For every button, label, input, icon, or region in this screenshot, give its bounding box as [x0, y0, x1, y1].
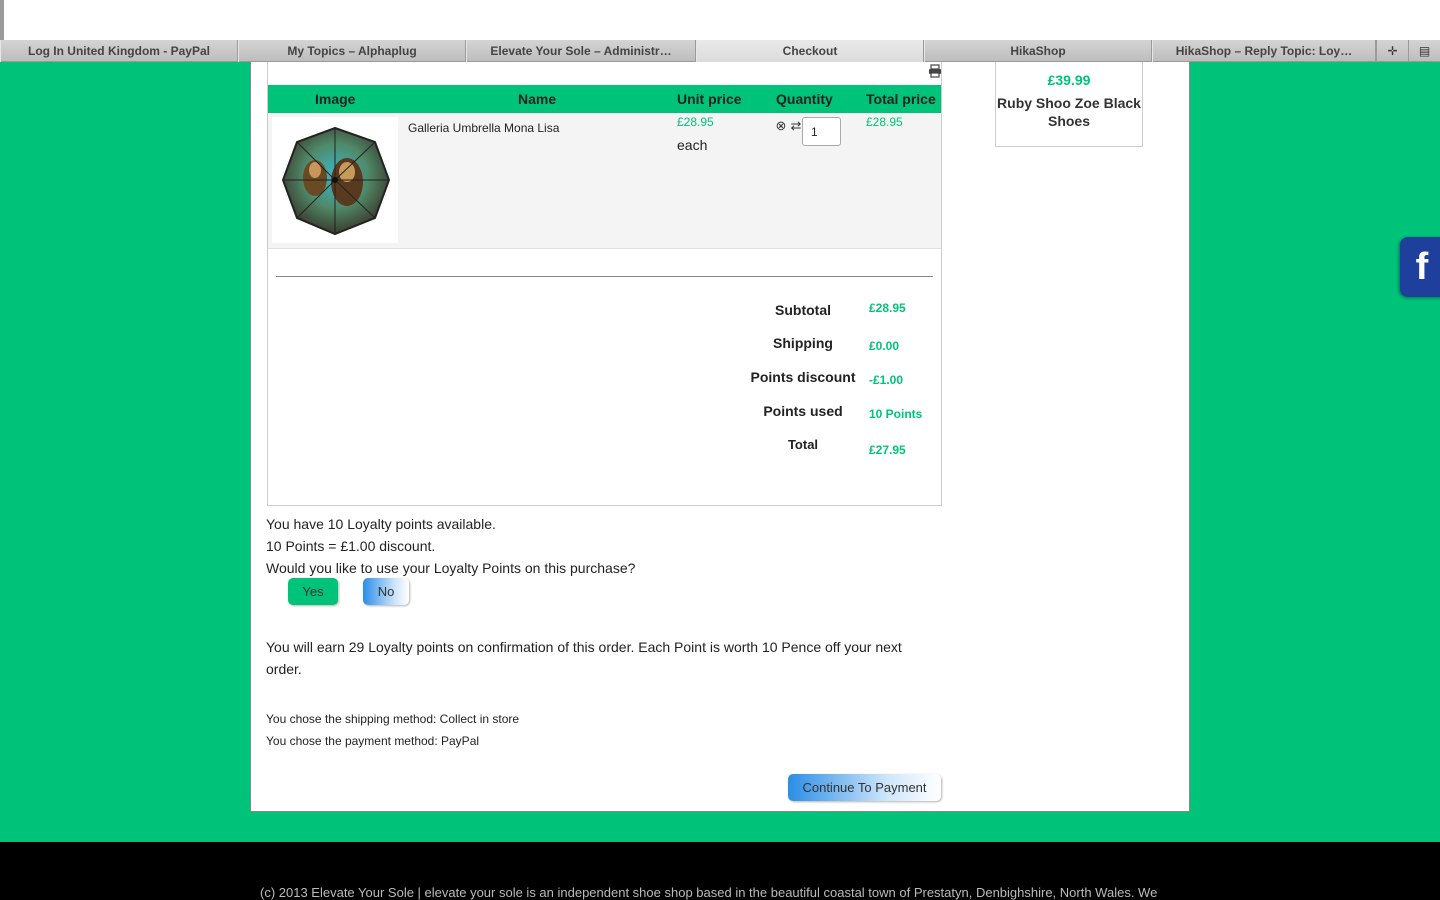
row-total-price: £28.95	[866, 115, 903, 129]
header-name: Name	[518, 91, 557, 107]
product-name-link[interactable]: Galleria Umbrella Mona Lisa	[408, 121, 559, 135]
tab-label: Checkout	[782, 44, 838, 58]
tab-label: Elevate Your Sole – Administr…	[490, 44, 672, 58]
side-product-price: £39.99	[1047, 72, 1091, 88]
quantity-actions: ⊗ ⇄	[774, 119, 803, 133]
plus-icon[interactable]: ✛	[1376, 40, 1408, 62]
tab-hikashop[interactable]: HikaShop	[924, 40, 1152, 62]
loyalty-rate-text: 10 Points = £1.00 discount.	[266, 538, 436, 554]
unit-price: £28.95	[677, 115, 714, 129]
browser-toolbar	[0, 0, 1440, 40]
tab-paypal-login[interactable]: Log In United Kingdom - PayPal	[0, 40, 238, 62]
tab-alphaplug-topics[interactable]: My Topics – Alphaplug	[238, 40, 466, 62]
continue-to-payment-button[interactable]: Continue To Payment	[788, 774, 941, 801]
header-quantity: Quantity	[776, 91, 833, 107]
divider	[276, 276, 933, 277]
footer-text: (c) 2013 Elevate Your Sole | elevate you…	[260, 885, 1158, 900]
facebook-icon[interactable]: f	[1400, 237, 1440, 297]
shipping-method-text: You chose the shipping method: Collect i…	[266, 712, 520, 726]
total-value: £27.95	[869, 443, 906, 457]
product-image-umbrella[interactable]	[272, 117, 398, 243]
subtotal-value: £28.95	[869, 301, 906, 315]
shipping-label: Shipping	[773, 335, 833, 351]
tab-checkout[interactable]: Checkout	[696, 40, 924, 62]
tab-hikashop-reply[interactable]: HikaShop – Reply Topic: Loy…	[1152, 40, 1376, 62]
checkout-panel: Image Name Unit price Quantity Total pri…	[250, 62, 1190, 812]
use-points-yes-button[interactable]: Yes	[288, 578, 338, 605]
tab-elevate-admin[interactable]: Elevate Your Sole – Administr…	[466, 40, 696, 62]
browser-tab-bar: Log In United Kingdom - PayPal My Topics…	[0, 40, 1440, 62]
side-product-card[interactable]: £39.99 Ruby Shoo Zoe Black Shoes	[995, 62, 1143, 147]
tab-label: HikaShop	[1010, 44, 1066, 58]
printer-icon[interactable]	[928, 64, 942, 78]
points-discount-label: Points discount	[750, 369, 856, 385]
shipping-value: £0.00	[869, 339, 900, 353]
header-total-price: Total price	[866, 91, 936, 107]
tab-label: Log In United Kingdom - PayPal	[27, 44, 210, 58]
total-label: Total	[787, 437, 819, 452]
side-product-name[interactable]: Ruby Shoo Zoe Black Shoes	[996, 94, 1142, 130]
remove-item-icon[interactable]: ⊗	[774, 119, 788, 133]
tab-label: HikaShop – Reply Topic: Loy…	[1175, 44, 1353, 58]
header-image: Image	[315, 91, 356, 107]
points-used-label: Points used	[763, 403, 843, 419]
header-unit-price: Unit price	[677, 91, 742, 107]
cart-table-header: Image Name Unit price Quantity Total pri…	[268, 85, 941, 113]
refresh-quantity-icon[interactable]: ⇄	[789, 119, 803, 133]
cart-table: Image Name Unit price Quantity Total pri…	[267, 62, 942, 506]
loyalty-available-text: You have 10 Loyalty points available.	[266, 516, 496, 532]
points-used-value: 10 Points	[869, 407, 923, 421]
site-footer: (c) 2013 Elevate Your Sole | elevate you…	[0, 842, 1440, 900]
loyalty-earn-text: You will earn 29 Loyalty points on confi…	[266, 639, 902, 677]
loyalty-question-text: Would you like to use your Loyalty Point…	[266, 560, 636, 576]
tab-label: My Topics – Alphaplug	[287, 44, 417, 58]
use-points-no-button[interactable]: No	[363, 578, 409, 605]
points-discount-value: -£1.00	[869, 373, 904, 387]
quantity-input[interactable]	[802, 117, 841, 146]
payment-method-text: You chose the payment method: PayPal	[266, 734, 480, 748]
table-row: Galleria Umbrella Mona Lisa £28.95 each …	[268, 113, 941, 249]
unit-label: each	[677, 137, 708, 153]
subtotal-label: Subtotal	[775, 302, 831, 318]
list-icon[interactable]: ▤	[1408, 40, 1440, 62]
